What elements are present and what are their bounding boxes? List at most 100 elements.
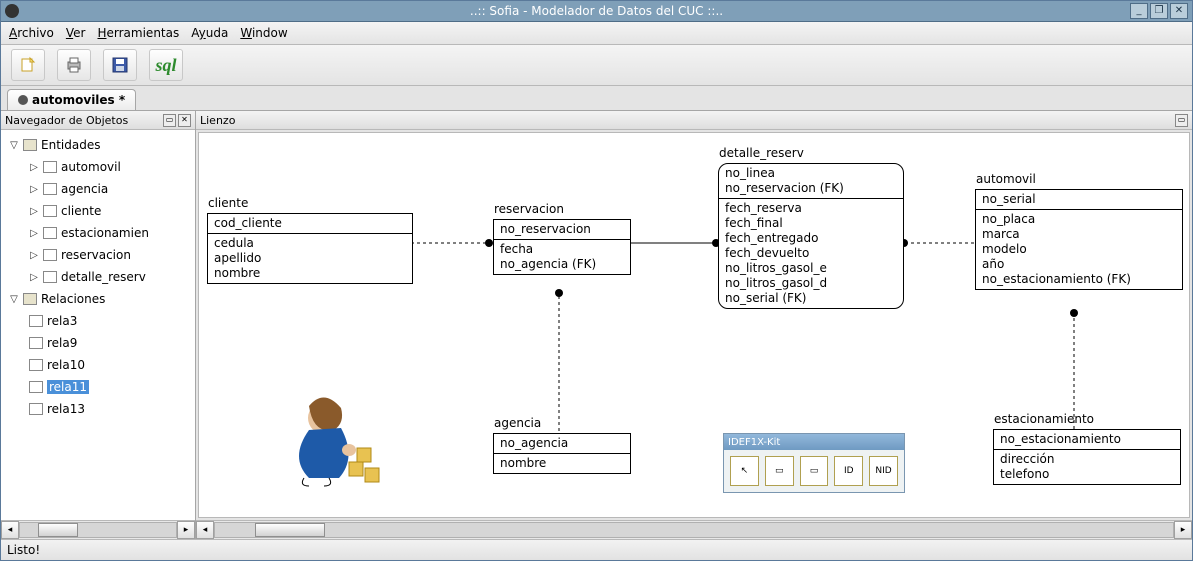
expand-icon[interactable]: ▷ bbox=[29, 228, 39, 239]
pk-field: no_estacionamiento bbox=[1000, 432, 1174, 447]
entity-title: estacionamiento bbox=[994, 412, 1094, 426]
entity-automovil[interactable]: automovil no_serial no_placa marca model… bbox=[975, 189, 1183, 290]
entity-detalle-reserv[interactable]: detalle_reserv no_linea no_reservacion (… bbox=[718, 163, 904, 309]
tree-relaciones[interactable]: ▽ Relaciones bbox=[1, 288, 195, 310]
print-button[interactable] bbox=[57, 49, 91, 81]
tree-item-automovil[interactable]: ▷automovil bbox=[1, 156, 195, 178]
entity-pk: no_estacionamiento bbox=[994, 430, 1180, 450]
attr-field: no_placa bbox=[982, 212, 1176, 227]
sidebar-hscroll[interactable]: ◂ ▸ bbox=[1, 520, 195, 539]
sidebar-close-icon[interactable]: ✕ bbox=[178, 114, 191, 127]
entity-cliente[interactable]: cliente cod_cliente cedula apellido nomb… bbox=[207, 213, 413, 284]
tree-item-rela3[interactable]: rela3 bbox=[1, 310, 195, 332]
new-button[interactable] bbox=[11, 49, 45, 81]
tree-item-rela10[interactable]: rela10 bbox=[1, 354, 195, 376]
tree-label: cliente bbox=[61, 204, 101, 218]
relation-icon bbox=[29, 359, 43, 371]
entity-dep-tool-icon: ▭ bbox=[810, 466, 819, 476]
canvas-title: Lienzo bbox=[200, 114, 235, 127]
toolbox-entity-dep[interactable]: ▭ bbox=[800, 456, 829, 486]
tab-label: automoviles * bbox=[32, 93, 125, 107]
scroll-left-icon[interactable]: ◂ bbox=[1, 521, 19, 539]
canvas-restore-icon[interactable]: ▭ bbox=[1175, 114, 1188, 127]
sql-button[interactable]: sql bbox=[149, 49, 183, 81]
tree-item-reservacion[interactable]: ▷ reservacion bbox=[1, 244, 195, 266]
tree-label: rela11 bbox=[47, 380, 89, 394]
tree-item-rela13[interactable]: rela13 bbox=[1, 398, 195, 420]
toolbox-nid-rel[interactable]: NID bbox=[869, 456, 898, 486]
entity-reservacion[interactable]: reservacion no_reservacion fecha no_agen… bbox=[493, 219, 631, 275]
expand-icon[interactable]: ▷ bbox=[29, 206, 39, 217]
collapse-icon[interactable]: ▽ bbox=[9, 294, 19, 305]
toolbox-id-rel[interactable]: ID bbox=[834, 456, 863, 486]
tree-item-cliente[interactable]: ▷ cliente bbox=[1, 200, 195, 222]
tree-entidades[interactable]: ▽ Entidades bbox=[1, 134, 195, 156]
tree-label: Entidades bbox=[41, 138, 100, 152]
entity-estacionamiento[interactable]: estacionamiento no_estacionamiento direc… bbox=[993, 429, 1181, 485]
scroll-track[interactable] bbox=[19, 522, 177, 538]
entity-attrs: nombre bbox=[494, 454, 630, 473]
tree-label: reservacion bbox=[61, 248, 131, 262]
expand-icon[interactable]: ▷ bbox=[29, 250, 39, 261]
sidebar-header: Navegador de Objetos ▭ ✕ bbox=[1, 111, 195, 130]
entity-attrs: cedula apellido nombre bbox=[208, 234, 412, 283]
titlebar[interactable]: ..:: Sofia - Modelador de Datos del CUC … bbox=[1, 1, 1192, 22]
menu-herramientas[interactable]: Herramientas bbox=[97, 26, 179, 40]
attr-field: dirección bbox=[1000, 452, 1174, 467]
scroll-thumb[interactable] bbox=[255, 523, 325, 537]
entity-attrs: no_placa marca modelo año no_estacionami… bbox=[976, 210, 1182, 289]
object-tree[interactable]: ▽ Entidades ▷automovil ▷ agencia ▷ cliente… bbox=[1, 130, 195, 520]
close-button[interactable]: ✕ bbox=[1170, 3, 1188, 19]
attr-field: fecha bbox=[500, 242, 624, 257]
expand-icon[interactable]: ▷ bbox=[29, 272, 39, 283]
scroll-left-icon[interactable]: ◂ bbox=[196, 521, 214, 539]
scroll-track[interactable] bbox=[214, 522, 1174, 538]
tree-item-rela9[interactable]: rela9 bbox=[1, 332, 195, 354]
menu-archivo[interactable]: Archivo bbox=[9, 26, 54, 40]
scroll-thumb[interactable] bbox=[38, 523, 78, 537]
tree-item-estacionamien[interactable]: ▷estacionamien bbox=[1, 222, 195, 244]
tree-label: rela13 bbox=[47, 402, 85, 416]
menu-ver[interactable]: Ver bbox=[66, 26, 86, 40]
attr-field: nombre bbox=[214, 266, 406, 281]
tree-item-agencia[interactable]: ▷ agencia bbox=[1, 178, 195, 200]
sidebar: Navegador de Objetos ▭ ✕ ▽ Entidades ▷au… bbox=[1, 111, 196, 539]
entity-icon bbox=[43, 183, 57, 195]
minimize-button[interactable]: _ bbox=[1130, 3, 1148, 19]
idef1x-toolbox[interactable]: IDEF1X-Kit ↖ ▭ ▭ ID NID bbox=[723, 433, 905, 493]
maximize-button[interactable]: ❐ bbox=[1150, 3, 1168, 19]
tab-automoviles[interactable]: automoviles * bbox=[7, 89, 136, 110]
entity-attrs: dirección telefono bbox=[994, 450, 1180, 484]
tree-item-detalle-reserv[interactable]: ▷ detalle_reserv bbox=[1, 266, 195, 288]
scroll-right-icon[interactable]: ▸ bbox=[177, 521, 195, 539]
menu-window[interactable]: Window bbox=[240, 26, 287, 40]
entity-title: reservacion bbox=[494, 202, 564, 216]
new-icon bbox=[19, 56, 37, 74]
tree-label: Relaciones bbox=[41, 292, 105, 306]
status-text: Listo! bbox=[7, 543, 40, 557]
tree-label: detalle_reserv bbox=[61, 270, 146, 284]
expand-icon[interactable]: ▷ bbox=[29, 162, 39, 173]
menu-ayuda[interactable]: Ayuda bbox=[191, 26, 228, 40]
entity-agencia[interactable]: agencia no_agencia nombre bbox=[493, 433, 631, 474]
scroll-right-icon[interactable]: ▸ bbox=[1174, 521, 1192, 539]
collapse-icon[interactable]: ▽ bbox=[9, 140, 19, 151]
canvas[interactable]: cliente cod_cliente cedula apellido nomb… bbox=[198, 132, 1190, 518]
toolbox-title[interactable]: IDEF1X-Kit bbox=[724, 434, 904, 450]
toolbox-entity[interactable]: ▭ bbox=[765, 456, 794, 486]
canvas-hscroll[interactable]: ◂ ▸ bbox=[196, 520, 1192, 539]
toolbox-select[interactable]: ↖ bbox=[730, 456, 759, 486]
app-window: ..:: Sofia - Modelador de Datos del CUC … bbox=[0, 0, 1193, 561]
window-controls: _ ❐ ✕ bbox=[1130, 3, 1192, 19]
attr-field: fech_reserva bbox=[725, 201, 897, 216]
save-button[interactable] bbox=[103, 49, 137, 81]
tree-item-rela11[interactable]: rela11 bbox=[1, 376, 195, 398]
tree-label: agencia bbox=[61, 182, 108, 196]
sidebar-restore-icon[interactable]: ▭ bbox=[163, 114, 176, 127]
expand-icon[interactable]: ▷ bbox=[29, 184, 39, 195]
pk-field: no_serial bbox=[982, 192, 1176, 207]
relation-icon bbox=[29, 381, 43, 393]
print-icon bbox=[65, 56, 83, 74]
tab-icon bbox=[18, 95, 28, 105]
id-rel-icon: ID bbox=[844, 466, 854, 476]
